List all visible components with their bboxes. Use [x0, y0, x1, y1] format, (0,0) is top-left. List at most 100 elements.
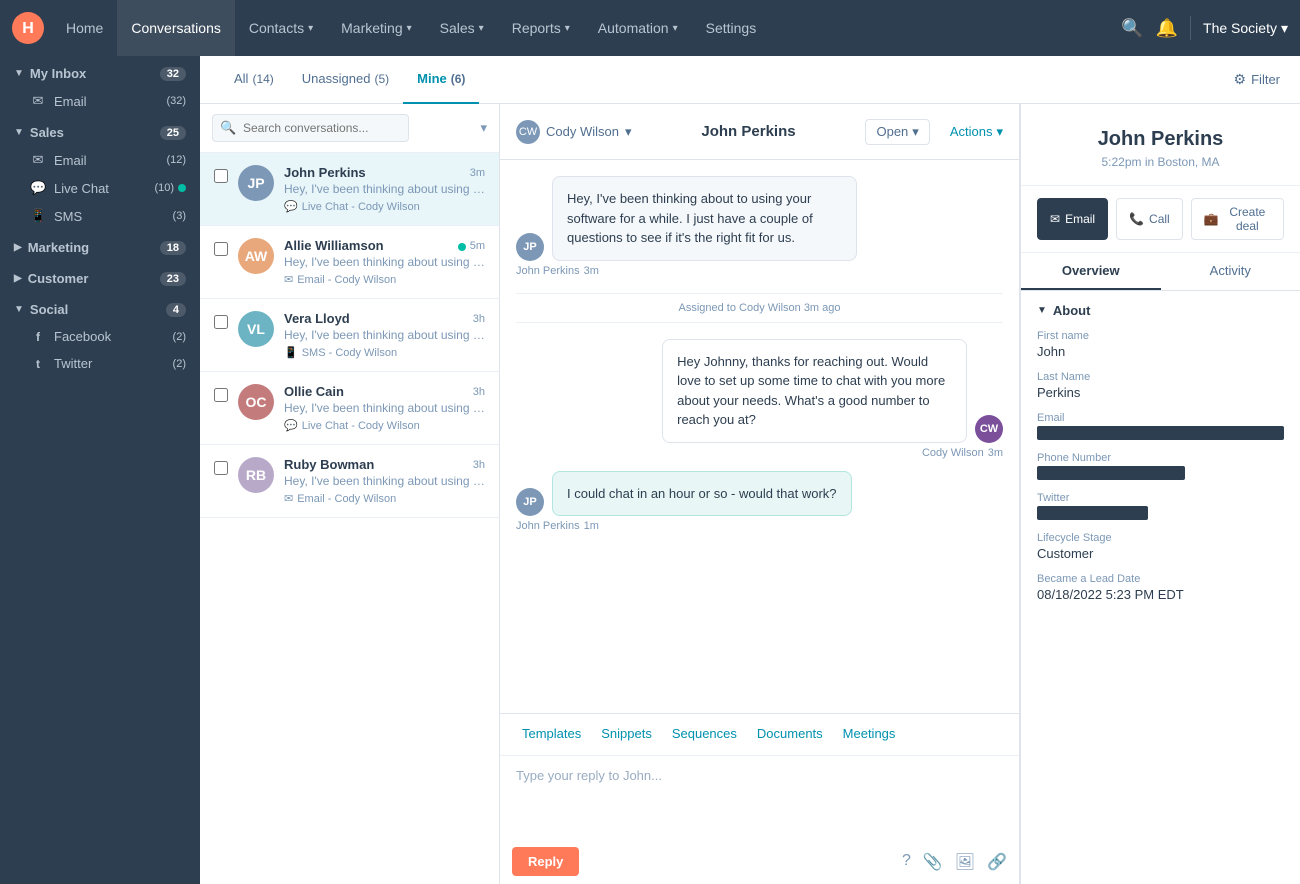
sms-icon: 📱 — [30, 208, 46, 224]
conv-checkbox[interactable] — [214, 388, 228, 402]
about-field-twitter: Twitter — [1037, 492, 1284, 520]
message-incoming: JP I could chat in an hour or so - would… — [516, 471, 852, 533]
message-bubble: Hey, I've been thinking about to using y… — [552, 176, 857, 261]
conv-item-allie-williamson[interactable]: AW Allie Williamson 5m Hey, I've been th… — [200, 226, 499, 299]
link-icon[interactable]: 🔗 — [987, 852, 1007, 872]
search-button[interactable]: 🔍 — [1121, 18, 1143, 39]
avatar: OC — [238, 384, 274, 420]
notifications-button[interactable]: 🔔 — [1156, 18, 1178, 39]
sidebar-section-customer: ▶ Customer 23 — [0, 261, 200, 292]
hubspot-logo[interactable]: H — [12, 12, 44, 44]
about-header[interactable]: ▼ About — [1037, 303, 1284, 318]
nav-automation[interactable]: Automation ▾ — [584, 0, 692, 56]
sidebar-header-customer[interactable]: ▶ Customer 23 — [0, 261, 200, 292]
conv-name-row: John Perkins 3m — [284, 165, 485, 180]
deal-icon: 💼 — [1204, 212, 1219, 226]
conv-body: Vera Lloyd 3h Hey, I've been thinking ab… — [284, 311, 485, 359]
conv-channel: 💬 Live Chat - Cody Wilson — [284, 419, 485, 432]
reply-tab-meetings[interactable]: Meetings — [833, 722, 906, 747]
message-row: JP I could chat in an hour or so - would… — [516, 471, 852, 517]
conv-actions-button[interactable]: Actions ▾ — [950, 124, 1003, 140]
sidebar-item-sales-email[interactable]: ✉ Email (12) — [0, 146, 200, 174]
conv-channel: ✉ Email - Cody Wilson — [284, 273, 485, 286]
conv-checkbox[interactable] — [214, 242, 228, 256]
sidebar-header-marketing[interactable]: ▶ Marketing 18 — [0, 230, 200, 261]
conv-checkbox[interactable] — [214, 169, 228, 183]
conv-body: Ollie Cain 3h Hey, I've been thinking ab… — [284, 384, 485, 432]
call-action-button[interactable]: 📞 Call — [1116, 198, 1183, 240]
nav-reports[interactable]: Reports ▾ — [498, 0, 584, 56]
conv-name-row: Allie Williamson 5m — [284, 238, 485, 253]
create-deal-button[interactable]: 💼 Create deal — [1191, 198, 1284, 240]
reply-button[interactable]: Reply — [512, 847, 579, 876]
tab-mine[interactable]: Mine(6) — [403, 56, 479, 104]
reply-input[interactable] — [500, 756, 1019, 836]
conv-item-ruby-bowman[interactable]: RB Ruby Bowman 3h Hey, I've been thinkin… — [200, 445, 499, 518]
search-input[interactable] — [212, 114, 409, 142]
sidebar-item-livechat[interactable]: 💬 Live Chat (10) — [0, 174, 200, 202]
about-label: Twitter — [1037, 492, 1284, 504]
conv-time: 3m — [470, 167, 485, 179]
tab-all[interactable]: All(14) — [220, 56, 288, 104]
assigned-user[interactable]: CW Cody Wilson ▾ — [516, 120, 632, 144]
conv-item-john-perkins[interactable]: JP John Perkins 3m Hey, I've been thinki… — [200, 153, 499, 226]
message-outgoing: CW Hey Johnny, thanks for reaching out. … — [662, 339, 1003, 459]
avatar: RB — [238, 457, 274, 493]
sidebar: ▼ My Inbox 32 ✉ Email (32) ▼ Sales 25 ✉ … — [0, 56, 200, 884]
nav-marketing[interactable]: Marketing ▾ — [327, 0, 426, 56]
org-name[interactable]: The Society ▾ — [1203, 20, 1288, 37]
avatar: JP — [516, 233, 544, 261]
conversations-items: JP John Perkins 3m Hey, I've been thinki… — [200, 153, 499, 884]
content-row: 🔍 ▾ JP John Perkins 3m — [200, 104, 1300, 884]
nav-settings[interactable]: Settings — [692, 0, 771, 56]
conv-item-vera-lloyd[interactable]: VL Vera Lloyd 3h Hey, I've been thinking… — [200, 299, 499, 372]
conv-time: 3h — [473, 313, 485, 325]
tab-overview[interactable]: Overview — [1021, 253, 1161, 290]
filter-button[interactable]: ⚙ Filter — [1234, 71, 1280, 88]
sidebar-header-social[interactable]: ▼ Social 4 — [0, 292, 200, 323]
message-meta: Cody Wilson 3m — [662, 447, 1003, 459]
help-icon[interactable]: ? — [902, 852, 911, 872]
message-incoming: JP Hey, I've been thinking about to usin… — [516, 176, 857, 277]
image-icon[interactable]: 🖼 — [955, 852, 975, 872]
tab-activity[interactable]: Activity — [1161, 253, 1300, 290]
chat-icon: 💬 — [30, 180, 46, 196]
email-icon: ✉ — [30, 93, 46, 109]
sidebar-item-sms[interactable]: 📱 SMS (3) — [0, 202, 200, 230]
sidebar-header-sales[interactable]: ▼ Sales 25 — [0, 115, 200, 146]
reply-tab-documents[interactable]: Documents — [747, 722, 833, 747]
sidebar-header-myinbox[interactable]: ▼ My Inbox 32 — [0, 56, 200, 87]
search-bar: 🔍 ▾ — [200, 104, 499, 153]
email-icon: ✉ — [30, 152, 46, 168]
avatar: VL — [238, 311, 274, 347]
search-chevron-icon[interactable]: ▾ — [480, 120, 487, 136]
attachment-icon[interactable]: 📎 — [923, 852, 943, 872]
email-action-button[interactable]: ✉ Email — [1037, 198, 1108, 240]
tab-unassigned[interactable]: Unassigned(5) — [288, 56, 403, 104]
nav-contacts[interactable]: Contacts ▾ — [235, 0, 327, 56]
conv-name-row: Vera Lloyd 3h — [284, 311, 485, 326]
conv-checkbox[interactable] — [214, 315, 228, 329]
reply-tab-sequences[interactable]: Sequences — [662, 722, 747, 747]
status-badge[interactable]: Open ▾ — [865, 119, 929, 145]
sidebar-item-twitter[interactable]: t Twitter (2) — [0, 350, 200, 377]
nav-conversations[interactable]: Conversations — [117, 0, 235, 56]
sidebar-item-email-inbox[interactable]: ✉ Email (32) — [0, 87, 200, 115]
avatar: JP — [516, 488, 544, 516]
nav-home[interactable]: Home — [52, 0, 117, 56]
message-meta: John Perkins 3m — [516, 265, 857, 277]
reply-tab-templates[interactable]: Templates — [512, 722, 591, 747]
conv-preview: Hey, I've been thinking about using your… — [284, 328, 485, 342]
nav-divider — [1190, 16, 1191, 40]
conv-item-ollie-cain[interactable]: OC Ollie Cain 3h Hey, I've been thinking… — [200, 372, 499, 445]
about-label: Last Name — [1037, 371, 1284, 383]
nav-sales[interactable]: Sales ▾ — [426, 0, 498, 56]
conversation-panel: CW Cody Wilson ▾ John Perkins Open ▾ Act… — [500, 104, 1020, 884]
conv-checkbox[interactable] — [214, 461, 228, 475]
sidebar-item-facebook[interactable]: f Facebook (2) — [0, 323, 200, 350]
assigned-avatar: CW — [516, 120, 540, 144]
message-row: CW Hey Johnny, thanks for reaching out. … — [662, 339, 1003, 443]
conv-name: Ollie Cain — [284, 384, 344, 399]
reply-tab-snippets[interactable]: Snippets — [591, 722, 662, 747]
about-field-lifecycle: Lifecycle Stage Customer — [1037, 532, 1284, 561]
